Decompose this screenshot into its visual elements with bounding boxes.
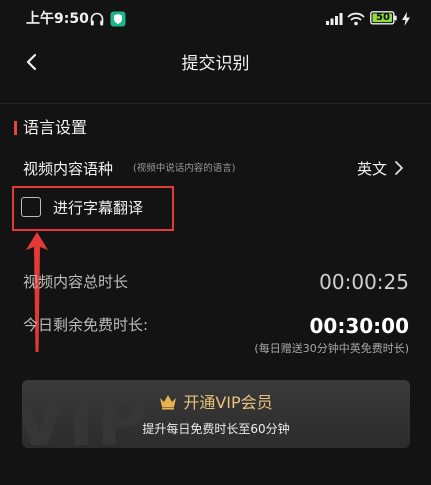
total-duration-label: 视频内容总时长 — [23, 273, 129, 291]
video-language-label: 视频内容语种 — [23, 160, 114, 178]
page-title: 提交识别 — [181, 54, 250, 74]
shield-icon — [110, 11, 126, 31]
total-duration-value: 00:00:25 — [319, 270, 409, 294]
video-language-hint: (视频中说话内容的语言) — [133, 163, 236, 174]
vip-title: 开通VIP会员 — [22, 392, 410, 416]
wifi-icon — [347, 11, 365, 30]
free-remaining-value: 00:30:00 — [309, 314, 410, 338]
video-language-value: 英文 — [356, 160, 387, 178]
section-title: 语言设置 — [23, 118, 88, 137]
daily-gift-note: (每日赠送30分钟中英免费时长) — [254, 342, 409, 355]
up-arrow-annotation — [24, 230, 50, 358]
section-accent-bar — [14, 121, 17, 135]
signal-icon — [325, 11, 343, 30]
highlight-box — [12, 186, 174, 231]
status-time: 上午9:50 — [26, 11, 89, 27]
header-divider — [0, 103, 431, 104]
chevron-right-icon — [394, 160, 404, 180]
charging-icon — [401, 11, 411, 30]
headphones-icon — [89, 11, 105, 31]
crown-icon — [159, 394, 177, 416]
battery-level: 50 — [376, 12, 390, 23]
free-remaining-label: 今日剩余免费时长: — [23, 316, 149, 334]
vip-subtitle: 提升每日免费时长至60分钟 — [142, 422, 290, 436]
vip-title-text: 开通VIP会员 — [183, 393, 273, 412]
vip-upgrade-button[interactable]: VIP 开通VIP会员 提升每日免费时长至60分钟 — [22, 380, 410, 448]
